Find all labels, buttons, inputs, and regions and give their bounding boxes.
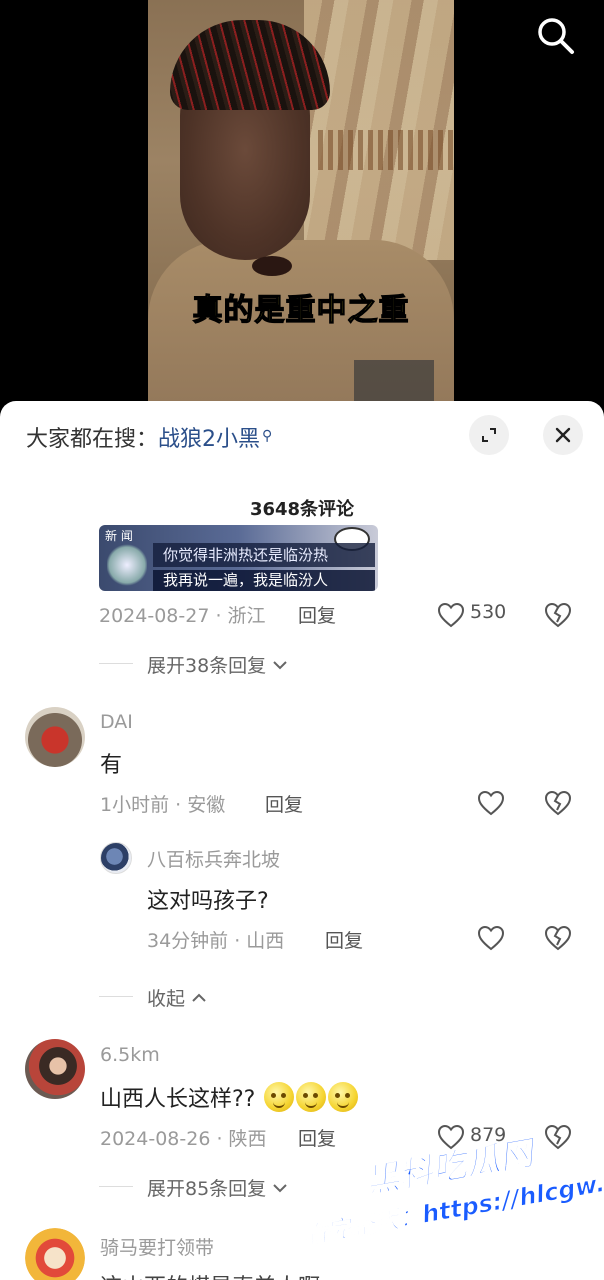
dislike-broken-heart-icon[interactable] <box>544 602 572 628</box>
image-caption-line1: 你觉得非洲热还是临汾热 <box>153 543 375 567</box>
expand-replies-label: 展开85条回复 <box>147 1178 267 1200</box>
image-news-tag: 新 闻 <box>105 529 133 543</box>
smiley-emoji-icon <box>296 1082 327 1112</box>
close-panel-button[interactable] <box>543 415 583 455</box>
search-icon[interactable] <box>536 16 576 56</box>
collapse-replies-label: 收起 <box>147 988 186 1010</box>
reply-button[interactable]: 回复 <box>325 926 363 953</box>
expand-icon <box>482 428 496 442</box>
search-small-icon: ⚲ <box>262 428 273 444</box>
expand-replies-label: 展开38条回复 <box>147 655 267 677</box>
like-heart-icon[interactable] <box>477 790 505 816</box>
video-background-fringe <box>318 130 454 170</box>
like-heart-icon[interactable] <box>437 1124 465 1150</box>
trending-search-keyword[interactable]: 战狼2小黑 <box>158 427 260 452</box>
chevron-down-icon <box>273 1184 287 1193</box>
expand-divider <box>99 663 133 664</box>
dislike-broken-heart-icon[interactable] <box>544 1124 572 1150</box>
reply-button[interactable]: 回复 <box>265 790 303 817</box>
comment-username[interactable]: 骑马要打领带 <box>100 1233 214 1260</box>
reply-meta: 34分钟前 · 山西 <box>147 930 285 952</box>
comment-meta: 2024-08-27 · 浙江 <box>99 605 266 627</box>
comment-text: 这山西的煤是真美人啊 <box>100 1269 320 1280</box>
video-person-mouth <box>252 256 292 276</box>
avatar[interactable] <box>25 707 85 767</box>
expand-replies-button[interactable]: 展开85条回复 <box>147 1174 288 1201</box>
like-heart-icon[interactable] <box>437 602 465 628</box>
trending-search-bar[interactable]: 大家都在搜：战狼2小黑 ⚲ <box>26 421 272 453</box>
video-player[interactable]: 真的是重中之重 <box>148 0 454 402</box>
avatar[interactable] <box>25 1039 85 1099</box>
comment-text: 有 <box>100 753 123 778</box>
smiley-emoji-icon <box>264 1082 295 1112</box>
chevron-down-icon <box>273 661 287 670</box>
like-count: 879 <box>470 1124 507 1146</box>
avatar[interactable] <box>25 1228 85 1280</box>
comment-text: 山西人长这样?? <box>100 1081 359 1113</box>
chevron-up-icon <box>192 993 206 1002</box>
reply-username[interactable]: 八百标兵奔北坡 <box>147 845 280 872</box>
comment-count: 3648条评论 <box>249 499 355 520</box>
comment-username[interactable]: 6.5km <box>100 1044 160 1066</box>
smiley-emoji-icon <box>328 1082 359 1112</box>
avatar[interactable] <box>100 842 132 874</box>
like-count: 530 <box>470 601 507 623</box>
video-subtitle: 真的是重中之重 <box>192 292 410 328</box>
collapse-replies-button[interactable]: 收起 <box>147 984 207 1011</box>
like-heart-icon[interactable] <box>477 925 505 951</box>
image-figure <box>107 543 147 587</box>
dislike-broken-heart-icon[interactable] <box>544 925 572 951</box>
collapse-divider <box>99 996 133 997</box>
expand-divider <box>99 1186 133 1187</box>
expand-replies-button[interactable]: 展开38条回复 <box>147 651 288 678</box>
close-icon <box>555 427 571 443</box>
comment-text-content: 山西人长这样?? <box>100 1087 256 1112</box>
comment-meta: 2024-08-26 · 陕西 <box>100 1128 267 1150</box>
reply-button[interactable]: 回复 <box>298 601 336 628</box>
image-caption-line2: 我再说一遍，我是临汾人 <box>153 570 375 591</box>
reply-button[interactable]: 回复 <box>298 1124 336 1151</box>
comments-panel: 大家都在搜：战狼2小黑 ⚲ 3648条评论 新 闻 你觉得非洲热还是临汾热 我再说… <box>0 401 604 1280</box>
comment-image-attachment[interactable]: 新 闻 你觉得非洲热还是临汾热 我再说一遍，我是临汾人 <box>99 525 378 591</box>
dislike-broken-heart-icon[interactable] <box>544 790 572 816</box>
app-screen: 真的是重中之重 大家都在搜：战狼2小黑 ⚲ 3648条评论 新 闻 你觉得非洲热… <box>0 0 604 1280</box>
expand-panel-button[interactable] <box>469 415 509 455</box>
comment-username[interactable]: DAI <box>100 711 133 733</box>
video-background-object <box>354 360 434 402</box>
reply-text: 这对吗孩子? <box>147 889 269 914</box>
trending-search-prefix: 大家都在搜： <box>26 427 159 452</box>
comment-meta: 1小时前 · 安徽 <box>100 794 226 816</box>
